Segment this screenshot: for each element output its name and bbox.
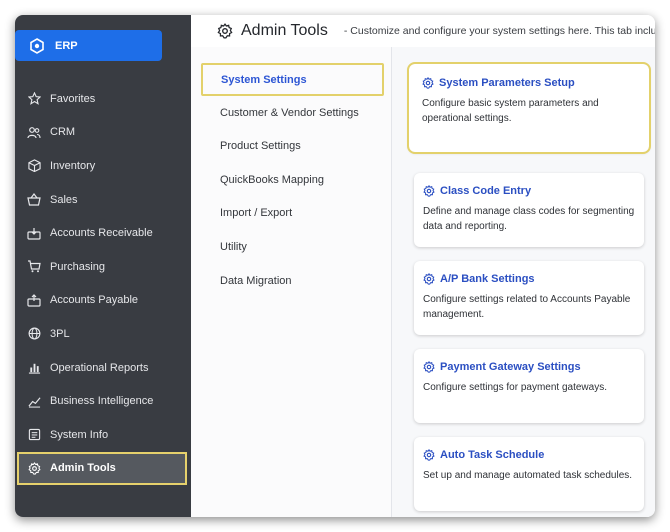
trend-icon [27,394,41,408]
tab-label: Product Settings [220,140,301,152]
tab-label: Customer & Vendor Settings [220,107,359,119]
card-ap-bank-settings[interactable]: A/P Bank Settings Configure settings rel… [414,261,644,335]
settings-content: System Parameters Setup Configure basic … [392,47,655,517]
users-icon [27,125,41,139]
sidebar-item-label: Accounts Payable [50,294,139,307]
receivable-icon [27,226,41,240]
gear-icon [423,449,435,461]
info-icon [27,428,41,442]
sidebar-item-label: CRM [50,126,76,139]
card-description: Configure basic system parameters and op… [422,98,599,124]
tab-label: Data Migration [220,275,292,287]
sidebar-item-label: Admin Tools [50,462,116,475]
card-system-parameters-setup[interactable]: System Parameters Setup Configure basic … [407,62,651,154]
page-header: Admin Tools - Customize and configure yo… [191,15,655,47]
globe-icon [27,327,41,341]
tab-utility[interactable]: Utility [208,233,383,261]
tab-customer-vendor-settings[interactable]: Customer & Vendor Settings [208,99,383,127]
sidebar-item-purchasing[interactable]: Purchasing [15,250,191,284]
erp-label: ERP [55,39,78,52]
sidebar-item-label: Accounts Receivable [50,227,153,240]
card-description: Define and manage class codes for segmen… [423,206,635,232]
page-description: - Customize and configure your system se… [343,25,655,37]
sidebar-item-system-info[interactable]: System Info [15,418,191,452]
tab-label: System Settings [221,73,307,86]
gear-icon [423,273,435,285]
gear-icon [423,185,435,197]
sidebar: ERP Favorites CRM Inventory Sales Accoun… [15,15,191,517]
sidebar-item-accounts-payable[interactable]: Accounts Payable [15,284,191,318]
sidebar-item-label: Business Intelligence [50,395,154,408]
card-payment-gateway-settings[interactable]: Payment Gateway Settings Configure setti… [414,349,644,423]
tab-label: Import / Export [220,207,293,219]
gear-icon [422,77,434,89]
sidebar-item-label: Favorites [50,92,96,105]
sidebar-item-label: System Info [50,428,109,441]
sidebar-item-label: Operational Reports [50,361,149,374]
app-window: ERP Favorites CRM Inventory Sales Accoun… [15,15,655,517]
card-description: Set up and manage automated task schedul… [423,470,633,481]
tab-label: Utility [220,241,247,253]
star-icon [27,92,41,106]
tab-system-settings[interactable]: System Settings [201,63,384,96]
tab-product-settings[interactable]: Product Settings [208,132,383,160]
tab-data-migration[interactable]: Data Migration [208,267,383,295]
card-title: Class Code Entry [440,185,532,197]
settings-nav: System Settings Customer & Vendor Settin… [191,47,392,517]
basket-icon [27,193,41,207]
sidebar-item-label: 3PL [50,327,70,340]
sidebar-item-favorites[interactable]: Favorites [15,82,191,116]
box-icon [27,159,41,173]
tab-label: QuickBooks Mapping [220,174,324,186]
card-title: Auto Task Schedule [440,449,545,461]
card-title: Payment Gateway Settings [440,361,581,373]
card-title: A/P Bank Settings [440,273,535,285]
gear-icon [27,461,41,475]
sidebar-item-operational-reports[interactable]: Operational Reports [15,351,191,385]
card-title: System Parameters Setup [439,77,575,89]
gear-icon [217,23,233,39]
sidebar-item-accounts-receivable[interactable]: Accounts Receivable [15,216,191,250]
gear-icon [423,361,435,373]
sidebar-item-crm[interactable]: CRM [15,116,191,150]
tab-import-export[interactable]: Import / Export [208,199,383,227]
sidebar-item-admin-tools[interactable]: Admin Tools [17,451,187,486]
sidebar-menu: Favorites CRM Inventory Sales Accounts R… [15,82,191,486]
sidebar-item-label: Purchasing [50,260,106,273]
cart-icon [27,260,41,274]
card-class-code-entry[interactable]: Class Code Entry Define and manage class… [414,173,644,247]
tab-quickbooks-mapping[interactable]: QuickBooks Mapping [208,166,383,194]
bar-chart-icon [27,361,41,375]
payable-icon [27,293,41,307]
page-title: Admin Tools [241,22,328,39]
card-description: Configure settings related to Accounts P… [423,294,631,320]
hexagon-logo-icon [29,37,45,54]
card-auto-task-schedule[interactable]: Auto Task Schedule Set up and manage aut… [414,437,644,511]
sidebar-item-inventory[interactable]: Inventory [15,149,191,183]
card-description: Configure settings for payment gateways. [423,382,607,393]
sidebar-item-sales[interactable]: Sales [15,183,191,217]
sidebar-item-label: Inventory [50,159,96,172]
sidebar-item-3pl[interactable]: 3PL [15,317,191,351]
erp-button[interactable]: ERP [15,30,162,61]
sidebar-item-label: Sales [50,193,78,206]
sidebar-item-business-intelligence[interactable]: Business Intelligence [15,384,191,418]
